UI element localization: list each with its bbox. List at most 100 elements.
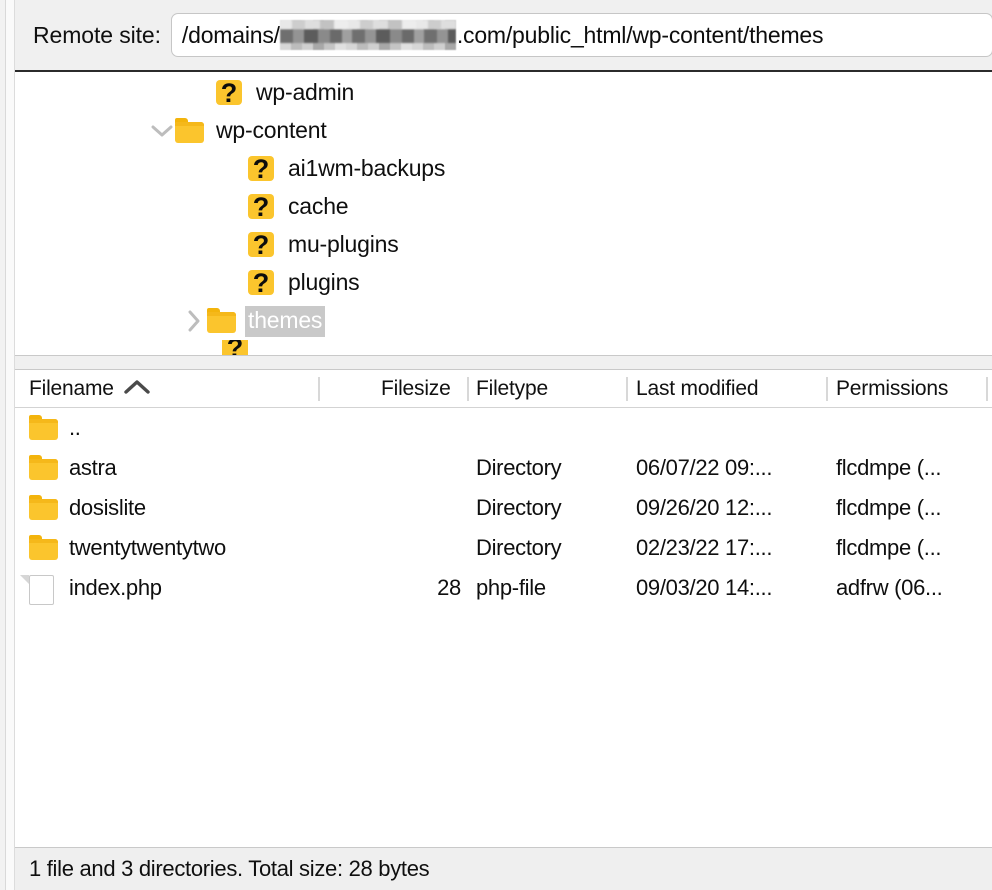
tree-item-cache[interactable]: ? cache (15, 188, 992, 226)
tree-item-mu-plugins[interactable]: ? mu-plugins (15, 226, 992, 264)
cell-filesize (315, 408, 461, 448)
cell-filename: twentytwentytwo (29, 528, 226, 568)
table-row[interactable]: index.php 28 php-file 09/03/20 14:... adfrw … (15, 568, 992, 608)
remote-path-input[interactable]: /domains/ .com/public_html/wp-content/th… (170, 13, 992, 57)
tree-item-label: plugins (288, 268, 360, 295)
row-icon (20, 575, 59, 605)
column-divider-4[interactable] (826, 377, 828, 401)
tree-item-wp-content[interactable]: wp-content (15, 112, 992, 150)
tree-item-icon: ? (247, 154, 277, 184)
tree-twisty-spacer (221, 188, 247, 226)
cell-filename: dosislite (29, 488, 146, 528)
filename-text: .. (69, 415, 81, 440)
chevron-down-icon[interactable] (149, 112, 175, 150)
table-row[interactable]: twentytwentytwo Directory 02/23/22 17:... f… (15, 528, 992, 568)
cell-filename: index.php (20, 568, 162, 608)
tree-item-clipped[interactable]: ? (15, 340, 992, 355)
column-header-filename[interactable]: Filename (29, 371, 150, 407)
cell-permissions: flcdmpe (... (836, 495, 942, 520)
tree-row-container: ? wp-admin wp-content? ai1wm-backups? cache?… (15, 74, 992, 355)
tree-item-ai1wm-backups[interactable]: ? ai1wm-backups (15, 150, 992, 188)
window-left-gutter-inner (6, 0, 15, 890)
file-row-container: .. astra Directory 06/07/22 09:... flcdmpe (… (15, 408, 992, 608)
file-list-header: Filename Filesize Filetype Last modified (15, 371, 992, 408)
column-header-filesize[interactable]: Filesize (381, 371, 451, 407)
tree-twisty-spacer (221, 150, 247, 188)
row-icon (29, 535, 59, 561)
panel-splitter[interactable] (15, 355, 992, 370)
tree-item-label: wp-admin (256, 78, 355, 105)
remote-file-list[interactable]: Filename Filesize Filetype Last modified (15, 371, 992, 846)
status-bar: 1 file and 3 directories. Total size: 28… (15, 847, 992, 890)
filename-text: twentytwentytwo (69, 535, 226, 560)
cell-filetype: Directory (476, 535, 562, 560)
filename-text: astra (69, 455, 117, 480)
status-bar-text: 1 file and 3 directories. Total size: 28… (29, 856, 430, 881)
cell-filetype: Directory (476, 455, 562, 480)
cell-filesize (315, 528, 461, 568)
column-header-permissions-label: Permissions (836, 377, 949, 400)
tree-item-label: mu-plugins (288, 230, 399, 257)
column-header-filetype[interactable]: Filetype (476, 371, 548, 407)
sort-ascending-icon (124, 377, 150, 401)
table-row[interactable]: dosislite Directory 09/26/20 12:... flcdmpe… (15, 488, 992, 528)
tree-item-icon: ? (221, 340, 251, 355)
row-icon (29, 495, 59, 521)
remote-path-text: /domains/ .com/public_html/wp-content/th… (172, 20, 824, 50)
column-header-modified[interactable]: Last modified (636, 371, 759, 407)
cell-filename: astra (29, 448, 117, 488)
cell-last-modified: 09/03/20 14:... (636, 575, 773, 600)
cell-filesize: 28 (437, 575, 461, 600)
column-header-filesize-label: Filesize (381, 377, 451, 400)
filezilla-window: Remote site: /domains/ .com/public_html/… (0, 0, 992, 890)
remote-site-label: Remote site: (33, 21, 161, 48)
tree-item-icon (207, 308, 237, 334)
tree-item-label: wp-content (216, 116, 327, 143)
cell-last-modified: 02/23/22 17:... (636, 535, 773, 560)
column-divider-2[interactable] (467, 377, 469, 401)
tree-item-label: ai1wm-backups (288, 154, 446, 181)
remote-directory-tree[interactable]: ? wp-admin wp-content? ai1wm-backups? cache?… (15, 74, 992, 355)
tree-twisty-spacer (189, 74, 215, 112)
table-row[interactable]: astra Directory 06/07/22 09:... flcdmpe (..… (15, 448, 992, 488)
cell-filesize (315, 448, 461, 488)
filename-text: dosislite (69, 495, 146, 520)
cell-permissions: flcdmpe (... (836, 535, 942, 560)
remote-site-bar: Remote site: /domains/ .com/public_html/… (15, 0, 992, 72)
column-divider-1[interactable] (318, 377, 320, 401)
remote-path-suffix: .com/public_html/wp-content/themes (456, 21, 824, 48)
row-icon (29, 415, 59, 441)
cell-permissions: flcdmpe (... (836, 455, 942, 480)
tree-twisty-spacer (221, 264, 247, 302)
tree-twisty-spacer (221, 226, 247, 264)
redacted-domain-block (279, 20, 456, 50)
tree-item-icon (175, 118, 205, 144)
tree-item-icon: ? (247, 230, 277, 260)
cell-permissions: adfrw (06... (836, 575, 943, 600)
remote-path-prefix: /domains/ (181, 21, 280, 48)
cell-filetype: Directory (476, 495, 562, 520)
tree-item-wp-admin[interactable]: ? wp-admin (15, 74, 992, 112)
column-divider-5[interactable] (986, 377, 988, 401)
tree-item-icon: ? (247, 268, 277, 298)
tree-item-label: cache (288, 192, 349, 219)
row-icon (29, 455, 59, 481)
tree-item-icon: ? (215, 78, 245, 108)
cell-filename: .. (29, 408, 81, 448)
column-header-filename-label: Filename (29, 377, 114, 400)
tree-item-plugins[interactable]: ? plugins (15, 264, 992, 302)
cell-last-modified: 06/07/22 09:... (636, 455, 773, 480)
cell-last-modified: 09/26/20 12:... (636, 495, 773, 520)
tree-item-icon: ? (247, 192, 277, 222)
table-row[interactable]: .. (15, 408, 992, 448)
column-divider-3[interactable] (626, 377, 628, 401)
filename-text: index.php (69, 575, 162, 600)
cell-filesize (315, 488, 461, 528)
tree-item-themes[interactable]: themes (15, 302, 992, 340)
column-header-filetype-label: Filetype (476, 377, 548, 400)
column-header-modified-label: Last modified (636, 377, 759, 400)
tree-item-label: themes (245, 305, 326, 337)
column-header-permissions[interactable]: Permissions (836, 371, 948, 407)
cell-filetype: php-file (476, 575, 546, 600)
chevron-right-icon[interactable] (181, 302, 207, 340)
